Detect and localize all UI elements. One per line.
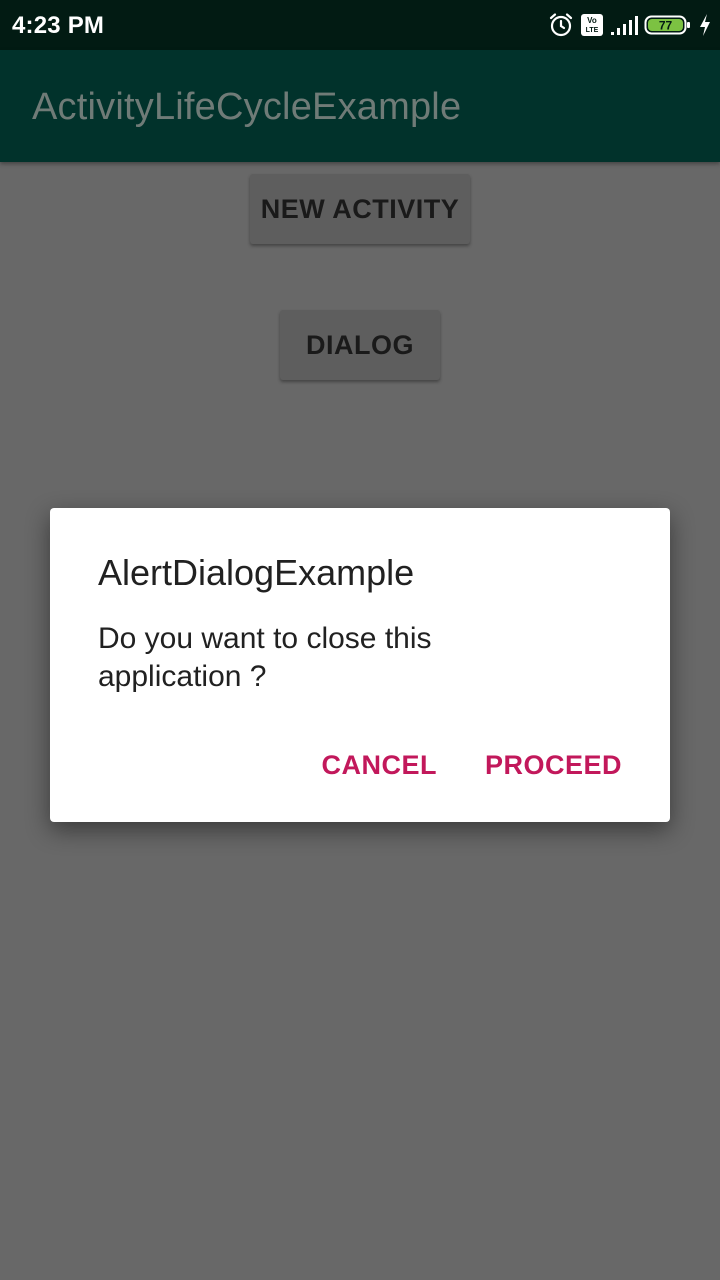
battery-icon: 77 — [644, 13, 692, 37]
app-title: ActivityLifeCycleExample — [32, 86, 462, 128]
new-activity-button[interactable]: NEW ACTIVITY — [250, 174, 470, 244]
dialog-actions: CANCEL PROCEED — [321, 750, 622, 781]
dialog-title: AlertDialogExample — [98, 552, 415, 593]
alarm-icon — [548, 12, 574, 38]
status-bar: 4:23 PM Vo LTE 77 — [0, 0, 720, 50]
volte-icon: Vo LTE — [580, 13, 604, 37]
alert-dialog: AlertDialogExample Do you want to close … — [50, 508, 670, 822]
proceed-button[interactable]: PROCEED — [485, 750, 622, 781]
svg-text:Vo: Vo — [587, 16, 597, 25]
cancel-button[interactable]: CANCEL — [321, 750, 437, 781]
battery-level: 77 — [659, 19, 673, 33]
signal-icon — [610, 14, 638, 36]
status-time: 4:23 PM — [12, 12, 105, 39]
dialog-message: Do you want to close this application ? — [98, 622, 432, 693]
status-icons: Vo LTE 77 — [548, 11, 712, 39]
dialog-button[interactable]: DIALOG — [280, 310, 440, 380]
svg-text:LTE: LTE — [586, 27, 599, 34]
charging-icon — [698, 13, 712, 37]
app-bar: ActivityLifeCycleExample — [0, 50, 720, 162]
